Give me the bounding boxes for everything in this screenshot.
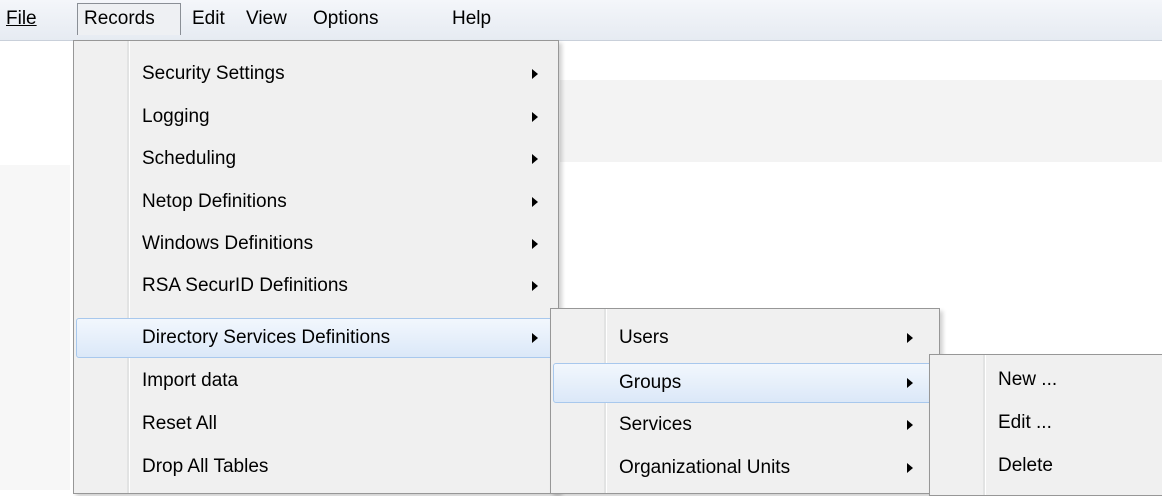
- menu-item-label: Groups: [619, 372, 682, 393]
- submenu-arrow-icon: [532, 69, 538, 79]
- menu-item-edit[interactable]: Edit ...: [932, 404, 1162, 444]
- menu-item-label: Netop Definitions: [142, 191, 287, 212]
- menu-view-label: View: [246, 8, 287, 29]
- menu-item-import-data[interactable]: Import data: [76, 362, 556, 402]
- groups-submenu: New ... Edit ... Delete: [929, 354, 1162, 496]
- menu-item-label: Delete: [998, 455, 1053, 476]
- menu-options-label: Options: [313, 8, 379, 29]
- menu-item-directory-services-definitions[interactable]: Directory Services Definitions: [76, 318, 556, 358]
- menu-item-label: Reset All: [142, 413, 217, 434]
- menu-item-label: Edit ...: [998, 412, 1052, 433]
- menu-item-rsa-securid-definitions[interactable]: RSA SecurID Definitions: [76, 267, 556, 307]
- submenu-arrow-icon: [532, 333, 538, 343]
- menu-file[interactable]: File: [0, 3, 43, 35]
- menu-bar: File Records Edit View Options Help: [0, 0, 1162, 41]
- menu-item-label: Security Settings: [142, 63, 285, 84]
- menu-edit[interactable]: Edit: [186, 3, 231, 35]
- menu-item-label: New ...: [998, 369, 1058, 390]
- submenu-arrow-icon: [532, 154, 538, 164]
- menu-item-drop-all-tables[interactable]: Drop All Tables: [76, 448, 556, 488]
- menu-item-label: Services: [619, 414, 692, 435]
- menu-item-users[interactable]: Users: [553, 319, 937, 359]
- menu-item-label: Directory Services Definitions: [142, 327, 391, 348]
- menu-item-organizational-units[interactable]: Organizational Units: [553, 449, 937, 489]
- menu-item-delete[interactable]: Delete: [932, 447, 1162, 487]
- menu-edit-label: Edit: [192, 8, 225, 29]
- menu-options[interactable]: Options: [307, 3, 384, 35]
- menu-item-label: Import data: [142, 370, 239, 391]
- submenu-arrow-icon: [907, 463, 913, 473]
- submenu-arrow-icon: [532, 197, 538, 207]
- menu-item-logging[interactable]: Logging: [76, 98, 556, 138]
- menu-records-label: Records: [84, 8, 155, 29]
- menu-item-label: Logging: [142, 106, 210, 127]
- menu-view[interactable]: View: [240, 3, 293, 35]
- menu-item-reset-all[interactable]: Reset All: [76, 405, 556, 445]
- menu-item-security-settings[interactable]: Security Settings: [76, 55, 556, 95]
- menu-help-label: Help: [452, 8, 492, 29]
- background-panel: [560, 80, 1162, 162]
- menu-item-label: Scheduling: [142, 148, 237, 169]
- menu-item-new[interactable]: New ...: [932, 361, 1162, 401]
- menu-item-label: Windows Definitions: [142, 233, 314, 254]
- menu-help[interactable]: Help: [446, 3, 497, 35]
- menu-item-label: Users: [619, 327, 669, 348]
- menu-item-windows-definitions[interactable]: Windows Definitions: [76, 225, 556, 265]
- submenu-arrow-icon: [907, 378, 913, 388]
- menu-records[interactable]: Records: [77, 3, 181, 35]
- menu-item-services[interactable]: Services: [553, 406, 937, 446]
- menu-item-groups[interactable]: Groups: [553, 363, 937, 403]
- submenu-arrow-icon: [907, 333, 913, 343]
- menu-item-label: RSA SecurID Definitions: [142, 275, 348, 296]
- menu-item-label: Drop All Tables: [142, 456, 269, 477]
- submenu-arrow-icon: [532, 239, 538, 249]
- menu-item-scheduling[interactable]: Scheduling: [76, 140, 556, 180]
- menu-item-netop-definitions[interactable]: Netop Definitions: [76, 183, 556, 223]
- menu-item-label: Organizational Units: [619, 457, 791, 478]
- menu-file-label: File: [6, 8, 37, 29]
- submenu-arrow-icon: [532, 112, 538, 122]
- directory-services-submenu: Users Groups Services Organizational Uni…: [550, 308, 940, 494]
- background-panel-left: [0, 165, 70, 490]
- submenu-arrow-icon: [907, 420, 913, 430]
- records-dropdown: Security Settings Logging Scheduling Net…: [73, 40, 559, 494]
- submenu-arrow-icon: [532, 281, 538, 291]
